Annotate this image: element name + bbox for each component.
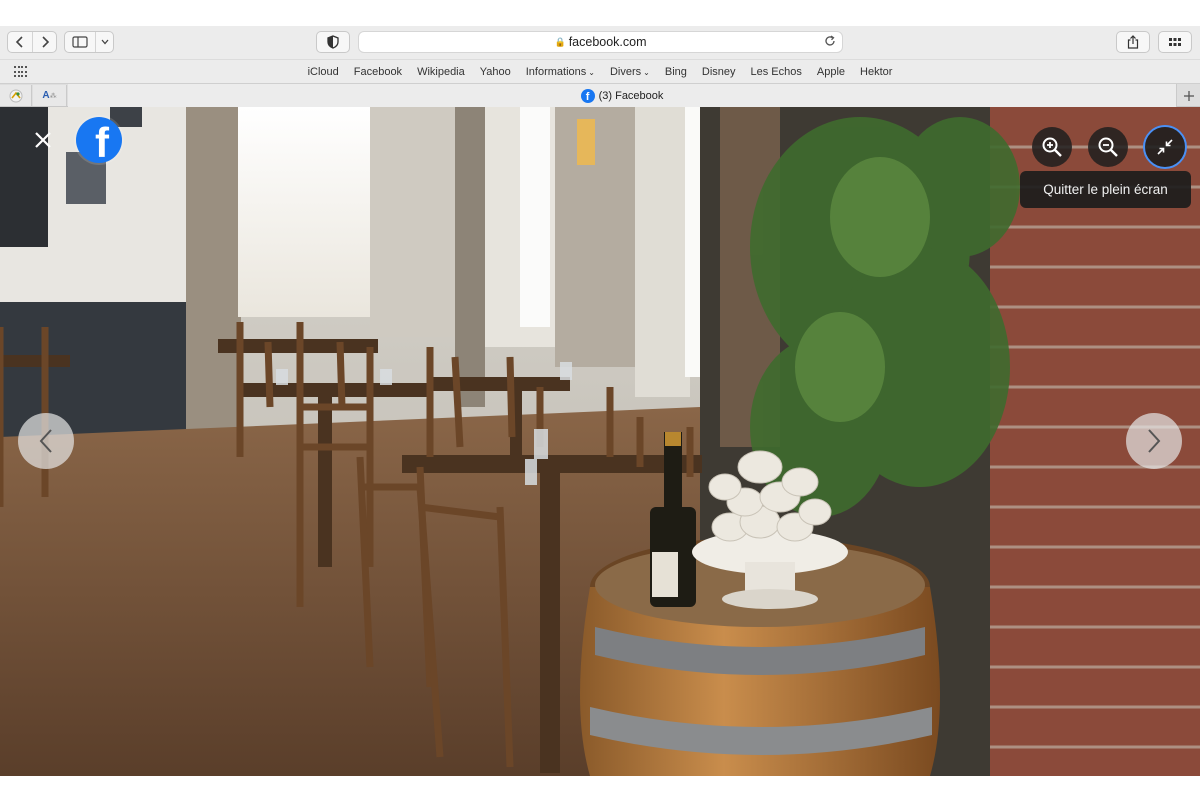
favorites-list: iCloud Facebook Wikipedia Yahoo Informations… (0, 60, 1200, 84)
favorite-label: Hektor (860, 66, 893, 78)
photo-viewer: f Quitter le plein écran (0, 107, 1200, 776)
zoom-in-button[interactable] (1032, 127, 1072, 167)
favorite-facebook[interactable]: Facebook (354, 66, 402, 78)
favorite-label: Divers (609, 66, 642, 78)
plus-icon (1183, 90, 1194, 101)
favorite-disney[interactable]: Disney (702, 66, 736, 78)
favorites-bar: iCloud Facebook Wikipedia Yahoo Informations… (0, 59, 1200, 83)
forward-button[interactable] (32, 32, 56, 52)
favorite-hektor[interactable]: Hektor (860, 66, 892, 78)
pinned-tab[interactable] (0, 85, 32, 106)
url-text: facebook.com (568, 35, 647, 49)
favorite-yahoo[interactable]: Yahoo (480, 66, 511, 78)
next-photo-button[interactable] (1126, 413, 1182, 469)
favorite-les-echos[interactable]: Les Echos (751, 66, 802, 78)
bottom-margin (0, 776, 1200, 800)
browser-toolbar: 🔒 facebook.com (0, 26, 1200, 59)
favorite-divers[interactable]: Divers ⌄ (610, 66, 650, 78)
favorite-label: Disney (701, 66, 736, 78)
favorite-label: iCloud (307, 66, 339, 78)
favorite-bing[interactable]: Bing (665, 66, 687, 78)
favorite-label: Les Echos (750, 66, 802, 78)
favorite-label: Wikipedia (417, 66, 465, 78)
pinned-tab[interactable]: A ⁂ (33, 85, 67, 106)
chevron-down-icon (101, 39, 108, 45)
active-tab-title: (3) Facebook (598, 89, 664, 102)
privacy-report-button[interactable] (316, 31, 350, 53)
chevron-down-icon: ⌄ (588, 68, 595, 77)
facebook-favicon: f (580, 88, 595, 103)
address-bar[interactable]: 🔒 facebook.com (358, 31, 843, 53)
facebook-logo[interactable]: f (76, 117, 122, 163)
exit-fullscreen-icon (1157, 139, 1173, 155)
favorite-informations[interactable]: Informations ⌄ (526, 66, 595, 78)
chevron-left-icon (15, 36, 23, 48)
close-viewer-button[interactable] (30, 127, 56, 153)
share-icon (1127, 35, 1139, 49)
favorite-wikipedia[interactable]: Wikipedia (417, 66, 465, 78)
exit-fullscreen-tooltip: Quitter le plein écran (1020, 171, 1191, 208)
translate-site-icon-accent: ⁂ (49, 92, 57, 100)
navigation-buttons (7, 31, 57, 53)
tab-bar: A ⁂ f (3) Facebook (0, 83, 1200, 107)
favorite-label: Bing (664, 66, 687, 78)
active-tab[interactable]: f (3) Facebook (68, 84, 1176, 107)
chevron-right-icon (41, 36, 49, 48)
favorite-label: Apple (816, 66, 846, 78)
restaurant-photo (0, 107, 1200, 776)
back-button[interactable] (8, 32, 32, 52)
chevron-right-icon (1148, 429, 1161, 453)
sidebar-menu-button[interactable] (95, 32, 113, 52)
favorite-label: Facebook (353, 66, 403, 78)
favorite-label: Informations (525, 66, 587, 78)
pinned-site-icon (9, 89, 22, 102)
favorite-apple[interactable]: Apple (817, 66, 845, 78)
zoom-out-button[interactable] (1088, 127, 1128, 167)
tab-overview-icon (1169, 38, 1181, 46)
sidebar-icon (72, 36, 88, 48)
previous-photo-button[interactable] (18, 413, 74, 469)
sidebar-toggle-group (64, 31, 114, 53)
lock-icon: 🔒 (554, 36, 566, 47)
zoom-in-icon (1042, 137, 1062, 157)
chevron-left-icon (39, 429, 52, 453)
translate-site-icon: A (42, 90, 50, 101)
zoom-out-icon (1098, 137, 1118, 157)
shield-icon (327, 35, 339, 49)
reload-icon[interactable] (824, 35, 836, 50)
tab-overview-button[interactable] (1158, 31, 1192, 53)
top-margin (0, 0, 1200, 26)
exit-fullscreen-button[interactable] (1143, 125, 1187, 169)
close-icon (35, 132, 51, 148)
sidebar-toggle-button[interactable] (65, 32, 95, 52)
share-button[interactable] (1116, 31, 1150, 53)
favorite-label: Yahoo (479, 66, 511, 78)
favorite-icloud[interactable]: iCloud (308, 66, 339, 78)
new-tab-button[interactable] (1176, 84, 1200, 107)
chevron-down-icon: ⌄ (643, 68, 650, 77)
